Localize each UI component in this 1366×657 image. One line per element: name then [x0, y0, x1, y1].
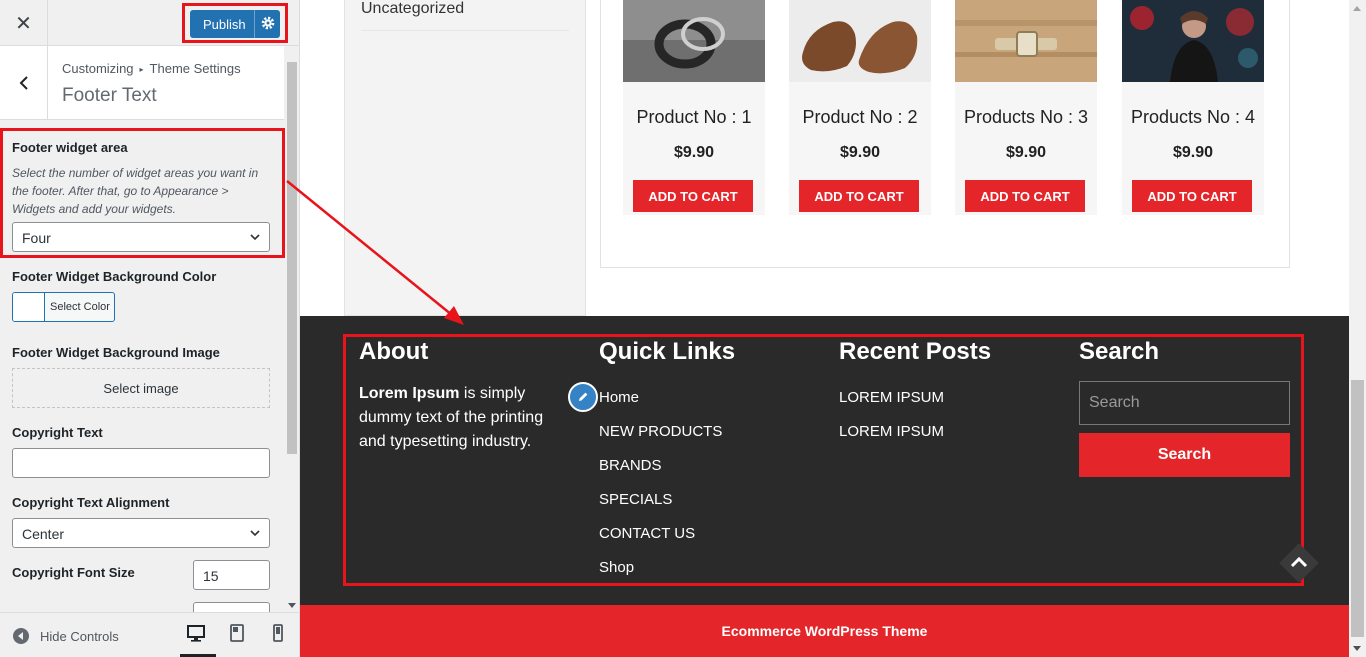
- select-color-label: Select Color: [50, 301, 110, 313]
- chevron-down-icon: [250, 234, 260, 241]
- section-title: Footer Text: [62, 85, 157, 106]
- product-image-shoes[interactable]: [789, 0, 931, 82]
- quick-links-title: Quick Links: [599, 338, 736, 365]
- breadcrumb-root: Customizing: [62, 61, 134, 76]
- category-divider: [361, 30, 569, 31]
- publish-divider: [254, 10, 255, 38]
- category-link[interactable]: Uncategorized: [361, 0, 464, 18]
- copyright-text: Ecommerce WordPress Theme: [721, 623, 928, 639]
- copyright-font-size-input[interactable]: 15: [193, 560, 270, 590]
- product-image-woman[interactable]: [1122, 0, 1264, 82]
- search-title: Search: [1079, 338, 1160, 365]
- preview-scroll-up-arrow[interactable]: [1353, 6, 1361, 11]
- pencil-icon: [579, 392, 588, 401]
- product-image-watch[interactable]: [955, 0, 1097, 82]
- copyright-font-size-label: Copyright Font Size: [12, 565, 135, 580]
- product-card[interactable]: Product No : 2 $9.90 ADD TO CART: [789, 0, 931, 215]
- about-text-bold: Lorem Ipsum: [359, 385, 460, 402]
- copyright-alignment-label: Copyright Text Alignment: [12, 495, 170, 510]
- copyright-text-label: Copyright Text: [12, 425, 103, 440]
- quick-link[interactable]: NEW PRODUCTS: [599, 423, 722, 440]
- footer-widget-area-label: Footer widget area: [12, 140, 128, 155]
- quick-link[interactable]: Shop: [599, 559, 634, 576]
- copyright-bar: Ecommerce WordPress Theme: [300, 605, 1349, 657]
- add-to-cart-button[interactable]: ADD TO CART: [1132, 180, 1252, 212]
- preview-scrollbar[interactable]: [1349, 0, 1366, 657]
- back-button[interactable]: [0, 46, 48, 119]
- mobile-preview-icon[interactable]: [268, 623, 288, 643]
- footer-widget-area-select[interactable]: Four: [12, 222, 270, 252]
- color-swatch: [13, 293, 45, 321]
- copyright-alignment-value: Center: [22, 526, 65, 542]
- preview-scroll-thumb[interactable]: [1351, 380, 1364, 637]
- footer-widget-area-description: Select the number of widget areas you wa…: [12, 166, 259, 216]
- close-icon: ✕: [15, 10, 32, 35]
- about-text: Lorem Ipsum is simply dummy text of the …: [359, 382, 559, 454]
- quick-link[interactable]: Home: [599, 389, 639, 406]
- site-footer: About Lorem Ipsum is simply dummy text o…: [300, 316, 1349, 605]
- customizer-header: ✕ Publish: [0, 0, 299, 46]
- chevron-down-icon: [250, 530, 260, 537]
- tablet-preview-icon[interactable]: [227, 623, 247, 643]
- product-image-rings[interactable]: [623, 0, 765, 82]
- hide-controls-button[interactable]: Hide Controls: [12, 627, 119, 645]
- breadcrumb-parent: Theme Settings: [149, 61, 241, 76]
- customizer-sidebar: ✕ Publish Customizing ▸ Theme Settings Foo…: [0, 0, 300, 657]
- bg-color-label: Footer Widget Background Color: [12, 269, 217, 284]
- publish-highlight-box: Publish: [182, 3, 288, 43]
- product-name[interactable]: Product No : 2: [789, 107, 931, 128]
- add-to-cart-button[interactable]: ADD TO CART: [965, 180, 1085, 212]
- recent-post-link[interactable]: LOREM IPSUM: [839, 389, 944, 406]
- scroll-down-arrow[interactable]: [288, 603, 296, 608]
- sidebar-scrollbar[interactable]: [284, 46, 299, 612]
- bg-image-label: Footer Widget Background Image: [12, 345, 220, 360]
- product-price: $9.90: [1172, 144, 1214, 161]
- product-name[interactable]: Products No : 3: [955, 107, 1097, 128]
- breadcrumb: Customizing ▸ Theme Settings: [62, 61, 241, 76]
- select-color-button[interactable]: Select Color: [12, 292, 115, 322]
- about-title: About: [359, 338, 429, 365]
- footer-search-button[interactable]: Search: [1079, 433, 1290, 477]
- product-price: $9.90: [839, 144, 881, 161]
- quick-link[interactable]: CONTACT US: [599, 525, 695, 542]
- products-container: Product No : 1 $9.90 ADD TO CART Product…: [600, 0, 1290, 268]
- breadcrumb-separator: ▸: [139, 65, 144, 74]
- desktop-preview-icon[interactable]: [186, 623, 206, 643]
- product-name[interactable]: Product No : 1: [623, 107, 765, 128]
- chevron-left-icon: [19, 75, 28, 90]
- gear-icon[interactable]: [260, 15, 276, 31]
- product-price: $9.90: [673, 144, 715, 161]
- copyright-alignment-select[interactable]: Center: [12, 518, 270, 548]
- section-header: Customizing ▸ Theme Settings Footer Text: [0, 46, 284, 120]
- product-card[interactable]: Product No : 1 $9.90 ADD TO CART: [623, 0, 765, 215]
- scroll-to-top-button[interactable]: [1276, 540, 1322, 586]
- quick-link[interactable]: BRANDS: [599, 457, 662, 474]
- footer-search-input[interactable]: Search: [1079, 381, 1290, 425]
- close-customizer-button[interactable]: ✕: [0, 0, 48, 45]
- recent-post-link[interactable]: LOREM IPSUM: [839, 423, 944, 440]
- category-widget: Uncategorized: [344, 0, 586, 316]
- copyright-text-input[interactable]: [12, 448, 270, 478]
- site-preview: Uncategorized Product No : 1 $9.90 ADD T…: [300, 0, 1366, 657]
- collapse-arrow-icon: [13, 628, 29, 644]
- add-to-cart-button[interactable]: ADD TO CART: [633, 180, 753, 212]
- edit-shortcut-button[interactable]: [568, 382, 598, 412]
- product-name[interactable]: Products No : 4: [1122, 107, 1264, 128]
- product-price: $9.90: [1005, 144, 1047, 161]
- publish-button[interactable]: Publish: [190, 10, 280, 38]
- preview-scroll-down-arrow[interactable]: [1353, 646, 1361, 651]
- recent-posts-title: Recent Posts: [839, 338, 992, 365]
- publish-label: Publish: [203, 16, 246, 32]
- hide-controls-label: Hide Controls: [40, 628, 119, 644]
- customizer-footer-bar: Hide Controls: [0, 612, 299, 657]
- footer-widget-area-value: Four: [22, 230, 51, 246]
- select-image-button[interactable]: Select image: [12, 368, 270, 408]
- quick-link[interactable]: SPECIALS: [599, 491, 672, 508]
- product-card[interactable]: Products No : 3 $9.90 ADD TO CART: [955, 0, 1097, 215]
- sidebar-scroll-thumb[interactable]: [287, 62, 297, 454]
- add-to-cart-button[interactable]: ADD TO CART: [799, 180, 919, 212]
- product-card[interactable]: Products No : 4 $9.90 ADD TO CART: [1122, 0, 1264, 215]
